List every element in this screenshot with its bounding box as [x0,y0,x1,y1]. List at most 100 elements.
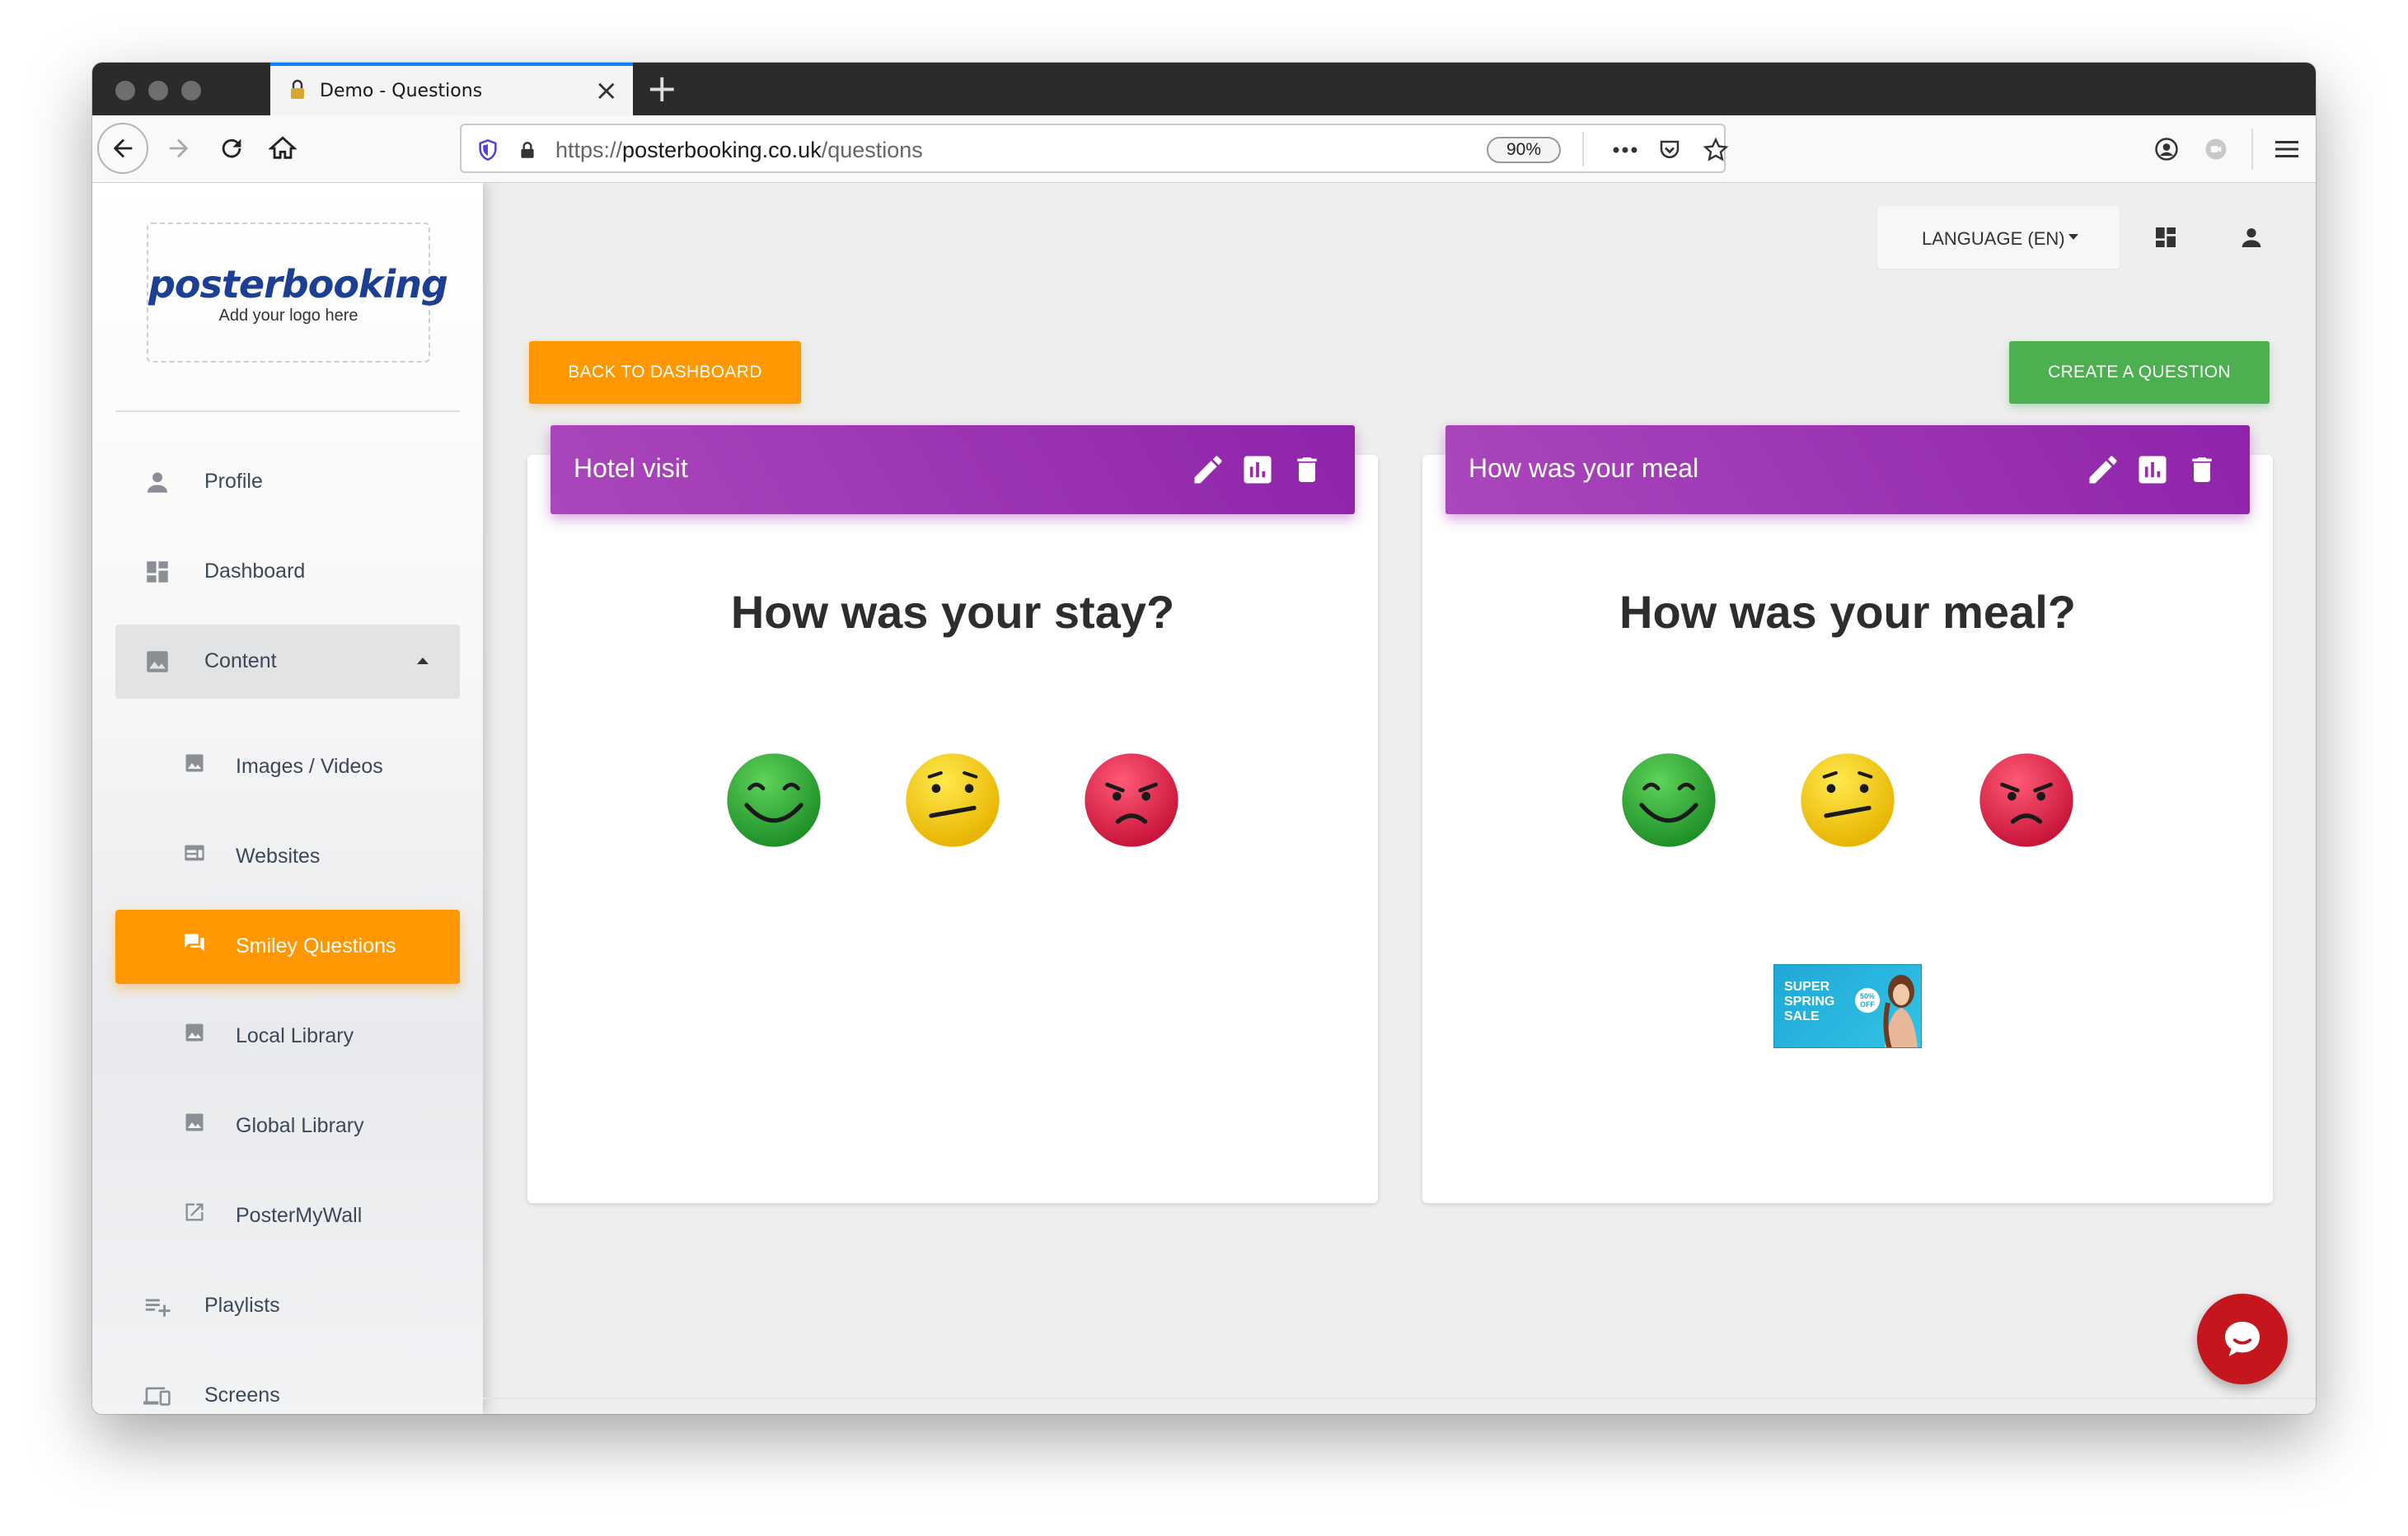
address-bar[interactable]: https://posterbooking.co.uk/questions 90… [460,124,1729,173]
new-tab-icon[interactable]: + [646,68,678,109]
sidebar-item-playlists[interactable]: Playlists [115,1269,460,1343]
promo-line: SPRING [1784,995,1835,1009]
language-dropdown[interactable]: LANGUAGE (EN) [1877,206,2120,269]
question-card-meal: How was your meal? [1422,455,2273,1203]
home-icon[interactable] [257,123,308,174]
zoom-level-badge[interactable]: 90% [1487,137,1561,163]
sidebar-item-label: Smiley Questions [236,934,396,958]
neutral-smiley-icon[interactable] [904,752,1001,849]
card-header-meal: How was your meal [1445,425,2250,514]
card-title: How was your meal [1469,453,1699,483]
happy-smiley-icon[interactable] [725,752,822,849]
browser-window: Demo - Questions × + https://posterbooki… [92,63,2316,1414]
trash-icon[interactable] [2182,450,2222,489]
question-text: How was your stay? [730,586,1175,638]
sidebar-item-postermywall[interactable]: PosterMyWall [115,1179,460,1253]
logo-placeholder[interactable]: posterbooking Add your logo here [147,222,448,363]
promo-text: SUPER SPRING SALE [1784,980,1834,1024]
sidebar-item-websites[interactable]: Websites [115,820,460,894]
window-zoom-dot[interactable] [181,81,201,101]
sidebar-item-label: Content [204,649,277,672]
promo-line: SUPER [1784,980,1830,994]
image-icon [143,648,171,676]
sidebar-item-screens[interactable]: Screens [115,1359,460,1414]
neutral-smiley-icon[interactable] [1799,752,1896,849]
chevron-down-icon [2068,234,2078,240]
angry-smiley-icon[interactable] [1978,752,2075,849]
sidebar-item-label: Dashboard [204,560,306,583]
dashboard-grid-icon[interactable] [2149,221,2182,254]
sidebar-item-label: Global Library [236,1114,364,1137]
question-card-hotel-visit: How was your stay? [527,455,1378,1203]
sidebar-item-label: Websites [236,845,321,868]
url-text[interactable]: https://posterbooking.co.uk/questions [555,138,923,163]
collapse-caret-icon[interactable] [417,658,429,664]
sidebar-item-global-library[interactable]: Global Library [115,1089,460,1164]
live-chat-button[interactable] [2197,1294,2288,1384]
question-text: How was your meal? [1619,586,2076,638]
angry-smiley-icon[interactable] [1083,752,1180,849]
sidebar-item-label: Local Library [236,1024,354,1047]
url-scheme: https:// [555,138,623,162]
person-icon [143,468,171,496]
sidebar-item-label: Screens [204,1384,280,1407]
sidebar-item-profile[interactable]: Profile [115,445,460,519]
toolbar-separator [2251,129,2253,170]
promo-badge-line: 50% [1859,992,1875,1000]
reload-icon[interactable] [206,123,257,174]
window-close-dot[interactable] [115,81,135,101]
web-icon [183,841,206,864]
back-arrow-icon[interactable] [97,123,148,174]
forward-arrow-icon[interactable] [153,123,204,174]
padlock-icon[interactable] [511,133,544,166]
back-to-dashboard-button[interactable]: BACK TO DASHBOARD [529,341,801,404]
card-header-hotel-visit: Hotel visit [550,425,1355,514]
bar-chart-icon[interactable] [2133,450,2172,489]
pocket-icon[interactable] [1653,133,1686,166]
window-minimize-dot[interactable] [148,81,168,101]
sidebar-divider [115,410,460,412]
more-actions-icon[interactable] [1609,133,1642,166]
card-title: Hotel visit [574,453,688,483]
browser-tab[interactable]: Demo - Questions × [270,63,633,115]
hamburger-menu-icon[interactable] [2270,132,2304,166]
tab-title: Demo - Questions [320,81,483,101]
image-icon [183,1111,206,1134]
bookmark-star-icon[interactable] [1699,133,1732,166]
tracking-shield-icon[interactable] [471,133,504,166]
sidebar-item-images-videos[interactable]: Images / Videos [115,730,460,804]
url-path: /questions [821,138,923,162]
page-viewport: posterbooking Add your logo here Profile… [92,183,2316,1414]
promo-thumbnail-image[interactable]: SUPER SPRING SALE 50% OFF [1773,964,1922,1048]
lock-favicon-icon [291,79,304,99]
sidebar-item-smiley-questions[interactable]: Smiley Questions [115,910,460,984]
chat-bubble-icon [2225,1322,2260,1356]
sidebar-item-label: Profile [204,470,263,493]
user-icon[interactable] [2235,221,2268,254]
tab-close-icon[interactable]: × [595,74,619,107]
external-link-icon [183,1201,206,1224]
edit-pencil-icon[interactable] [2083,450,2123,489]
sidebar-item-dashboard[interactable]: Dashboard [115,535,460,609]
footer-divider [483,1398,2316,1399]
navigation-bar: https://posterbooking.co.uk/questions 90… [92,115,2316,183]
logo-text: posterbooking [148,262,448,307]
sidebar-item-label: Playlists [204,1294,280,1317]
logo-subtext: Add your logo here [218,307,358,325]
devices-icon [143,1382,171,1410]
happy-smiley-icon[interactable] [1620,752,1717,849]
extension-icon[interactable] [2199,132,2233,166]
url-separator [1582,132,1584,166]
dashboard-icon [143,558,171,586]
bar-chart-icon[interactable] [1238,450,1277,489]
image-icon [183,752,206,775]
edit-pencil-icon[interactable] [1188,450,1228,489]
account-icon[interactable] [2149,132,2184,166]
language-label: LANGUAGE (EN) [1922,228,2065,249]
create-question-button[interactable]: CREATE A QUESTION [2009,341,2270,404]
promo-line: SALE [1784,1009,1820,1023]
url-host: posterbooking.co.uk [622,138,822,162]
trash-icon[interactable] [1287,450,1327,489]
sidebar-item-content[interactable]: Content [115,625,460,699]
sidebar-item-local-library[interactable]: Local Library [115,1000,460,1074]
